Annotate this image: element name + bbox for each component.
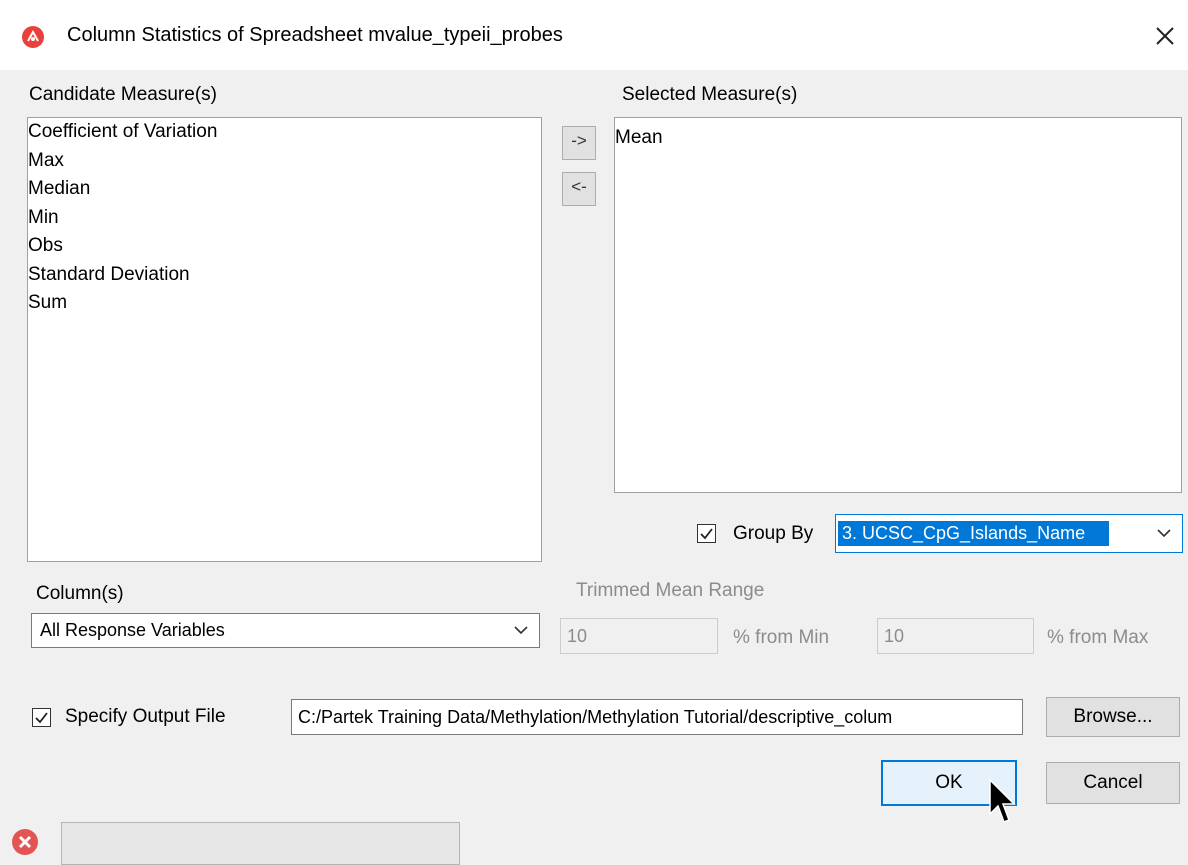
list-item[interactable]: Sum: [28, 289, 541, 318]
candidate-measures-label: Candidate Measure(s): [29, 84, 217, 105]
columns-select[interactable]: All Response Variables: [31, 613, 540, 648]
output-file-checkbox[interactable]: [32, 708, 51, 727]
chevron-down-icon: [514, 625, 528, 634]
group-by-label: Group By: [733, 523, 814, 544]
list-item[interactable]: Min: [28, 204, 541, 233]
candidate-measures-list[interactable]: Coefficient of Variation Max Median Min …: [27, 117, 542, 562]
mouse-cursor-icon: [989, 778, 1016, 823]
cancel-button[interactable]: Cancel: [1046, 762, 1180, 804]
group-by-select[interactable]: 3. UCSC_CpG_Islands_Name: [835, 514, 1183, 553]
remove-measure-button[interactable]: <-: [562, 172, 596, 206]
group-by-checkbox[interactable]: [697, 524, 716, 543]
list-item[interactable]: Median: [28, 175, 541, 204]
status-message-field: [61, 822, 460, 865]
columns-value: All Response Variables: [40, 620, 225, 640]
checkmark-icon: [700, 528, 713, 540]
browse-button[interactable]: Browse...: [1046, 697, 1180, 737]
trimmed-max-field[interactable]: 10: [877, 618, 1034, 654]
columns-label: Column(s): [36, 583, 124, 604]
checkmark-icon: [35, 712, 48, 724]
output-file-path[interactable]: C:/Partek Training Data/Methylation/Meth…: [291, 699, 1023, 735]
window-title: Column Statistics of Spreadsheet mvalue_…: [67, 24, 563, 46]
trimmed-mean-label: Trimmed Mean Range: [576, 580, 765, 601]
add-measure-button[interactable]: ->: [562, 126, 596, 160]
trimmed-min-field[interactable]: 10: [560, 618, 718, 654]
trimmed-max-suffix: % from Max: [1047, 627, 1149, 648]
selected-measures-label: Selected Measure(s): [622, 84, 798, 105]
trimmed-min-suffix: % from Min: [733, 627, 830, 648]
error-icon: [10, 827, 40, 857]
selected-measures-list[interactable]: Mean: [614, 117, 1182, 493]
list-item[interactable]: Max: [28, 147, 541, 176]
output-file-label: Specify Output File: [65, 706, 226, 727]
list-item[interactable]: Standard Deviation: [28, 261, 541, 290]
group-by-value: 3. UCSC_CpG_Islands_Name: [838, 521, 1110, 546]
list-item[interactable]: Coefficient of Variation: [28, 118, 541, 147]
list-item[interactable]: Mean: [615, 118, 1181, 153]
list-item[interactable]: Obs: [28, 232, 541, 261]
chevron-down-icon: [1157, 528, 1171, 537]
close-icon[interactable]: [1147, 18, 1183, 54]
partek-app-icon: [22, 26, 44, 48]
